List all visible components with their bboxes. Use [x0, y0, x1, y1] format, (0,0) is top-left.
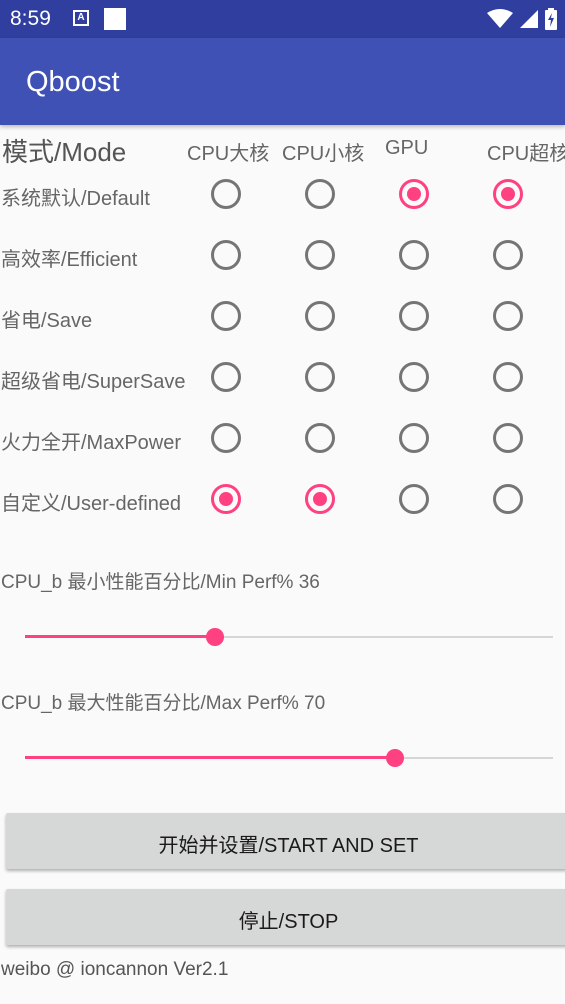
status-bar: 8:59 A: [0, 0, 565, 38]
mode-header: 模式/Mode: [2, 137, 127, 167]
wifi-icon: [487, 9, 513, 28]
mode-row-label: 超级省电/SuperSave: [1, 371, 186, 393]
mode-row-label: 省电/Save: [1, 310, 93, 332]
stop-button[interactable]: 停止/STOP: [6, 889, 565, 945]
cell-signal-icon: [520, 10, 538, 28]
radio-cpu-little[interactable]: [305, 179, 335, 209]
start-and-set-label: 开始并设置/START AND SET: [158, 835, 419, 857]
notification-a-icon: A: [73, 10, 89, 26]
status-time: 8:59: [10, 7, 51, 30]
radio-gpu[interactable]: [399, 301, 429, 331]
radio-cpu-little[interactable]: [305, 423, 335, 453]
radio-cpu-big[interactable]: [211, 179, 241, 209]
max-perf-slider[interactable]: [25, 748, 553, 768]
radio-cpu-big[interactable]: [211, 484, 241, 514]
stop-label: 停止/STOP: [238, 911, 339, 933]
radio-cpu-big[interactable]: [211, 240, 241, 270]
max-perf-label: CPU_b 最大性能百分比/Max Perf% 70: [1, 693, 326, 714]
mode-row-label: 火力全开/MaxPower: [1, 432, 182, 454]
radio-cpu-little[interactable]: [305, 240, 335, 270]
radio-cpu-prime[interactable]: [493, 484, 523, 514]
radio-cpu-big[interactable]: [211, 362, 241, 392]
mode-row-label: 系统默认/Default: [1, 188, 150, 210]
radio-gpu[interactable]: [399, 484, 429, 514]
column-header-cpu-little: CPU小核: [282, 143, 365, 165]
radio-cpu-little[interactable]: [305, 484, 335, 514]
main-content: 模式/Mode CPU大核 CPU小核 GPU CPU超核 系统默认/Defau…: [0, 125, 565, 1004]
column-header-cpu-big: CPU大核: [187, 143, 270, 165]
min-perf-slider[interactable]: [25, 627, 553, 647]
battery-icon: [545, 8, 557, 30]
radio-cpu-prime[interactable]: [493, 362, 523, 392]
mode-row-label: 自定义/User-defined: [1, 493, 182, 515]
column-header-cpu-prime: CPU超核: [487, 143, 565, 165]
column-header-gpu: GPU: [385, 137, 429, 159]
radio-gpu[interactable]: [399, 362, 429, 392]
notification-square-icon: [104, 8, 126, 30]
app-title: Qboost: [26, 66, 120, 98]
radio-cpu-prime[interactable]: [493, 240, 523, 270]
slider-fill: [25, 756, 395, 759]
radio-cpu-prime[interactable]: [493, 423, 523, 453]
mode-row-label: 高效率/Efficient: [1, 249, 138, 271]
slider-thumb[interactable]: [206, 628, 224, 646]
radio-gpu[interactable]: [399, 423, 429, 453]
min-perf-label: CPU_b 最小性能百分比/Min Perf% 36: [1, 572, 320, 593]
app-bar: Qboost: [0, 38, 565, 125]
radio-cpu-little[interactable]: [305, 362, 335, 392]
start-and-set-button[interactable]: 开始并设置/START AND SET: [6, 813, 565, 869]
slider-thumb[interactable]: [386, 749, 404, 767]
system-icons: [481, 8, 557, 30]
radio-gpu[interactable]: [399, 240, 429, 270]
slider-fill: [25, 635, 215, 638]
footer-credit: weibo @ ioncannon Ver2.1: [1, 959, 229, 980]
radio-cpu-big[interactable]: [211, 301, 241, 331]
radio-cpu-little[interactable]: [305, 301, 335, 331]
radio-cpu-prime[interactable]: [493, 179, 523, 209]
radio-cpu-prime[interactable]: [493, 301, 523, 331]
radio-cpu-big[interactable]: [211, 423, 241, 453]
radio-gpu[interactable]: [399, 179, 429, 209]
